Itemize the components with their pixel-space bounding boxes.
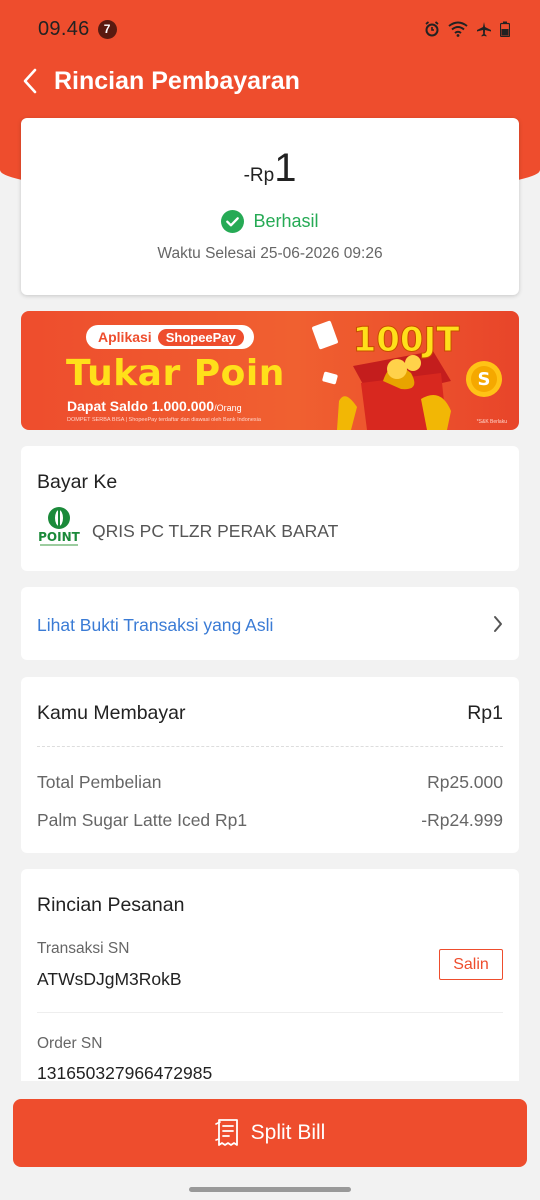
order-details-card: Rincian Pesanan Transaksi SN ATWsDJgM3Ro… xyxy=(21,869,519,1081)
order-sn-value: 131650327966472985 xyxy=(37,1063,213,1081)
page-title: Rincian Pembayaran xyxy=(54,66,300,95)
merchant-logo-text: POINT xyxy=(38,530,81,544)
copy-button[interactable]: Salin xyxy=(439,949,503,980)
promo-banner[interactable]: Aplikasi ShopeePay Tukar Poin Dapat Sald… xyxy=(21,311,519,430)
payment-breakdown-card: Kamu Membayar Rp1 Total Pembelian Rp25.0… xyxy=(21,677,519,853)
banner-subtitle-amount: Dapat Saldo 1.000.000 xyxy=(67,398,215,414)
you-paid-amount: Rp1 xyxy=(467,702,503,724)
battery-icon xyxy=(500,21,510,37)
chevron-right-icon xyxy=(494,616,502,632)
svg-text:S: S xyxy=(478,369,491,390)
divider xyxy=(37,1012,503,1013)
split-bill-button[interactable]: Split Bill xyxy=(13,1099,527,1167)
banner-title: Tukar Poin xyxy=(66,353,285,394)
back-button[interactable] xyxy=(22,66,46,96)
total-purchase-label: Total Pembelian xyxy=(37,772,162,792)
home-indicator[interactable] xyxy=(189,1187,351,1192)
transaction-sn-value: ATWsDJgM3RokB xyxy=(37,969,182,989)
banner-fine-print: DOMPET SERBA BISA | ShopeePay terdaftar … xyxy=(67,417,261,423)
app-header: Rincian Pembayaran xyxy=(0,58,540,104)
banner-subtitle: Dapat Saldo 1.000.000/Orang xyxy=(67,398,242,414)
banner-subtitle-suffix: /Orang xyxy=(214,403,242,413)
status-bar: 09.46 7 xyxy=(0,0,540,58)
payment-status: Berhasil xyxy=(21,210,519,233)
amount-value: 1 xyxy=(274,146,297,190)
status-time: 09.46 xyxy=(38,17,90,40)
check-circle-icon xyxy=(221,210,245,233)
amount-prefix: -Rp xyxy=(243,165,275,186)
gift-box-illustration: S 100JT xyxy=(312,320,502,430)
split-bill-label: Split Bill xyxy=(250,1121,326,1144)
chevron-left-icon xyxy=(23,68,37,94)
completed-time: Waktu Selesai 25-06-2026 09:26 xyxy=(157,245,383,262)
payment-summary-card: -Rp1 Berhasil Waktu Selesai 25-06-2026 0… xyxy=(21,118,519,295)
airplane-mode-icon xyxy=(477,22,491,37)
banner-pill: Aplikasi ShopeePay xyxy=(86,325,254,349)
dashed-divider xyxy=(37,746,503,747)
transaction-sn-label: Transaksi SN xyxy=(37,940,130,957)
banner-pill-brand: ShopeePay xyxy=(157,328,244,346)
receipt-split-icon xyxy=(214,1119,238,1146)
status-icons xyxy=(424,21,510,37)
discount-value: -Rp24.999 xyxy=(421,810,503,830)
you-paid-label: Kamu Membayar xyxy=(37,702,186,724)
merchant-logo: POINT xyxy=(38,507,81,546)
view-original-receipt-link[interactable]: Lihat Bukti Transaksi yang Asli xyxy=(37,615,273,636)
alarm-icon xyxy=(425,21,439,37)
view-original-receipt-row[interactable]: Lihat Bukti Transaksi yang Asli xyxy=(21,587,519,660)
wifi-icon xyxy=(448,21,468,37)
banner-badge: 100JT xyxy=(353,320,461,360)
amount: -Rp1 xyxy=(21,146,519,191)
pay-to-card: Bayar Ke POINT QRIS PC TLZR PERAK BARAT xyxy=(21,446,519,571)
banner-pill-app: Aplikasi xyxy=(98,329,152,345)
pay-to-title: Bayar Ke xyxy=(37,471,118,493)
status-text: Berhasil xyxy=(253,211,319,231)
merchant-name: QRIS PC TLZR PERAK BARAT xyxy=(92,521,339,541)
order-details-title: Rincian Pesanan xyxy=(37,894,185,916)
order-sn-label: Order SN xyxy=(37,1035,103,1052)
total-purchase-value: Rp25.000 xyxy=(427,772,503,792)
discount-label: Palm Sugar Latte Iced Rp1 xyxy=(37,810,248,830)
notification-count-badge: 7 xyxy=(97,19,117,39)
